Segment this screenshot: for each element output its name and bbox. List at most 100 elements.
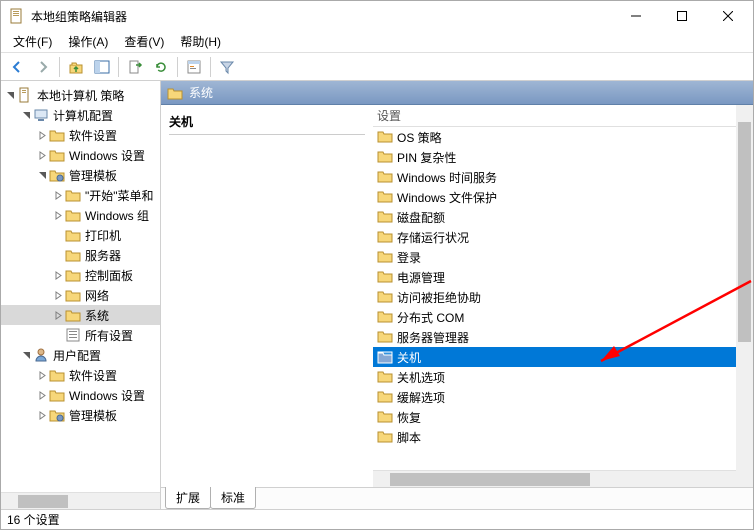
tree-root[interactable]: 本地计算机 策略 xyxy=(1,85,160,105)
tree-item-icon xyxy=(49,127,65,143)
expand-icon[interactable] xyxy=(35,411,49,420)
expand-icon[interactable] xyxy=(35,371,49,380)
list-item[interactable]: Windows 时间服务 xyxy=(373,167,753,187)
app-icon xyxy=(9,8,25,24)
show-hide-tree-button[interactable] xyxy=(90,55,114,79)
tree-network[interactable]: 网络 xyxy=(1,285,160,305)
list-item-label: 磁盘配额 xyxy=(397,209,445,226)
expand-icon[interactable] xyxy=(51,311,65,320)
status-bar: 16 个设置 xyxy=(1,509,753,529)
tree-user-windows[interactable]: Windows 设置 xyxy=(1,385,160,405)
scrollbar-thumb[interactable] xyxy=(18,495,68,508)
up-button[interactable] xyxy=(64,55,88,79)
expand-icon[interactable] xyxy=(35,151,49,160)
expand-icon[interactable] xyxy=(51,271,65,280)
list-item[interactable]: 关机 xyxy=(373,347,753,367)
tree-item-icon xyxy=(49,147,65,163)
tree-windows-components[interactable]: Windows 组 xyxy=(1,205,160,225)
export-button[interactable] xyxy=(123,55,147,79)
expand-icon[interactable] xyxy=(51,211,65,220)
toolbar-separator xyxy=(59,57,60,77)
tree-item-label: Windows 组 xyxy=(85,207,149,224)
list-item[interactable]: 恢复 xyxy=(373,407,753,427)
tree-item-icon xyxy=(65,287,81,303)
tree-item-icon xyxy=(65,187,81,203)
tree-item-icon xyxy=(65,247,81,263)
tree-h-scrollbar[interactable] xyxy=(1,492,160,509)
list-item[interactable]: 关机选项 xyxy=(373,367,753,387)
list-h-scrollbar[interactable] xyxy=(373,470,753,487)
column-header[interactable]: 设置 xyxy=(373,105,753,127)
tree-start-menu[interactable]: "开始"菜单和 xyxy=(1,185,160,205)
list-item[interactable]: 访问被拒绝协助 xyxy=(373,287,753,307)
back-button[interactable] xyxy=(5,55,29,79)
list-item[interactable]: 登录 xyxy=(373,247,753,267)
minimize-button[interactable] xyxy=(613,1,659,31)
filter-button[interactable] xyxy=(215,55,239,79)
tree-user-admin[interactable]: 管理模板 xyxy=(1,405,160,425)
title-bar: 本地组策略编辑器 xyxy=(1,1,753,31)
expand-icon[interactable] xyxy=(51,291,65,300)
close-button[interactable] xyxy=(705,1,751,31)
tree-user-software[interactable]: 软件设置 xyxy=(1,365,160,385)
list-item[interactable]: 电源管理 xyxy=(373,267,753,287)
properties-button[interactable] xyxy=(182,55,206,79)
content-pane: 系统 关机 设置 OS 策略PIN 复杂性Windows 时间服务Windows… xyxy=(161,81,753,509)
menu-action[interactable]: 操作(A) xyxy=(60,31,116,52)
collapse-icon[interactable] xyxy=(19,111,33,120)
toolbar-separator xyxy=(210,57,211,77)
tree-computer-config[interactable]: 计算机配置 xyxy=(1,105,160,125)
maximize-button[interactable] xyxy=(659,1,705,31)
list-v-scrollbar[interactable] xyxy=(736,105,753,487)
tab-standard[interactable]: 标准 xyxy=(210,487,256,509)
tab-extended[interactable]: 扩展 xyxy=(165,487,211,509)
list-item-label: PIN 复杂性 xyxy=(397,149,456,166)
tree-admin-templates[interactable]: 管理模板 xyxy=(1,165,160,185)
expand-icon[interactable] xyxy=(35,391,49,400)
tree-printers[interactable]: 打印机 xyxy=(1,225,160,245)
tree-item-label: 管理模板 xyxy=(69,407,117,424)
forward-button[interactable] xyxy=(31,55,55,79)
list-item[interactable]: Windows 文件保护 xyxy=(373,187,753,207)
folder-icon xyxy=(377,208,397,227)
tree-windows-settings[interactable]: Windows 设置 xyxy=(1,145,160,165)
tree-item-label: 所有设置 xyxy=(85,327,133,344)
tree-item-icon xyxy=(65,307,81,323)
list-item[interactable]: 脚本 xyxy=(373,427,753,447)
list-item-label: 关机 xyxy=(397,349,421,366)
toolbar-separator xyxy=(177,57,178,77)
tree[interactable]: 本地计算机 策略计算机配置软件设置Windows 设置管理模板"开始"菜单和Wi… xyxy=(1,85,160,492)
tree-server[interactable]: 服务器 xyxy=(1,245,160,265)
menu-view[interactable]: 查看(V) xyxy=(116,31,172,52)
scrollbar-thumb[interactable] xyxy=(390,473,590,486)
expand-icon[interactable] xyxy=(51,191,65,200)
collapse-icon[interactable] xyxy=(19,351,33,360)
menu-help[interactable]: 帮助(H) xyxy=(172,31,229,52)
tree-pane: 本地计算机 策略计算机配置软件设置Windows 设置管理模板"开始"菜单和Wi… xyxy=(1,81,161,509)
list-item-label: 脚本 xyxy=(397,429,421,446)
folder-icon xyxy=(377,168,397,187)
tree-control-panel[interactable]: 控制面板 xyxy=(1,265,160,285)
tree-item-label: 网络 xyxy=(85,287,109,304)
tree-all-settings[interactable]: 所有设置 xyxy=(1,325,160,345)
scrollbar-thumb[interactable] xyxy=(738,122,751,342)
tree-user-config[interactable]: 用户配置 xyxy=(1,345,160,365)
folder-icon xyxy=(377,368,397,387)
list-item[interactable]: 存储运行状况 xyxy=(373,227,753,247)
list-item[interactable]: PIN 复杂性 xyxy=(373,147,753,167)
list-item[interactable]: 磁盘配额 xyxy=(373,207,753,227)
tree-software-settings[interactable]: 软件设置 xyxy=(1,125,160,145)
menu-file[interactable]: 文件(F) xyxy=(5,31,60,52)
expand-icon[interactable] xyxy=(35,131,49,140)
list-item-label: 电源管理 xyxy=(397,269,445,286)
list-item-label: 缓解选项 xyxy=(397,389,445,406)
list-item[interactable]: 分布式 COM xyxy=(373,307,753,327)
collapse-icon[interactable] xyxy=(35,171,49,180)
list-item[interactable]: OS 策略 xyxy=(373,127,753,147)
folder-icon xyxy=(377,428,397,447)
tree-system[interactable]: 系统 xyxy=(1,305,160,325)
list-item[interactable]: 缓解选项 xyxy=(373,387,753,407)
refresh-button[interactable] xyxy=(149,55,173,79)
collapse-icon[interactable] xyxy=(3,91,17,100)
list-item[interactable]: 服务器管理器 xyxy=(373,327,753,347)
